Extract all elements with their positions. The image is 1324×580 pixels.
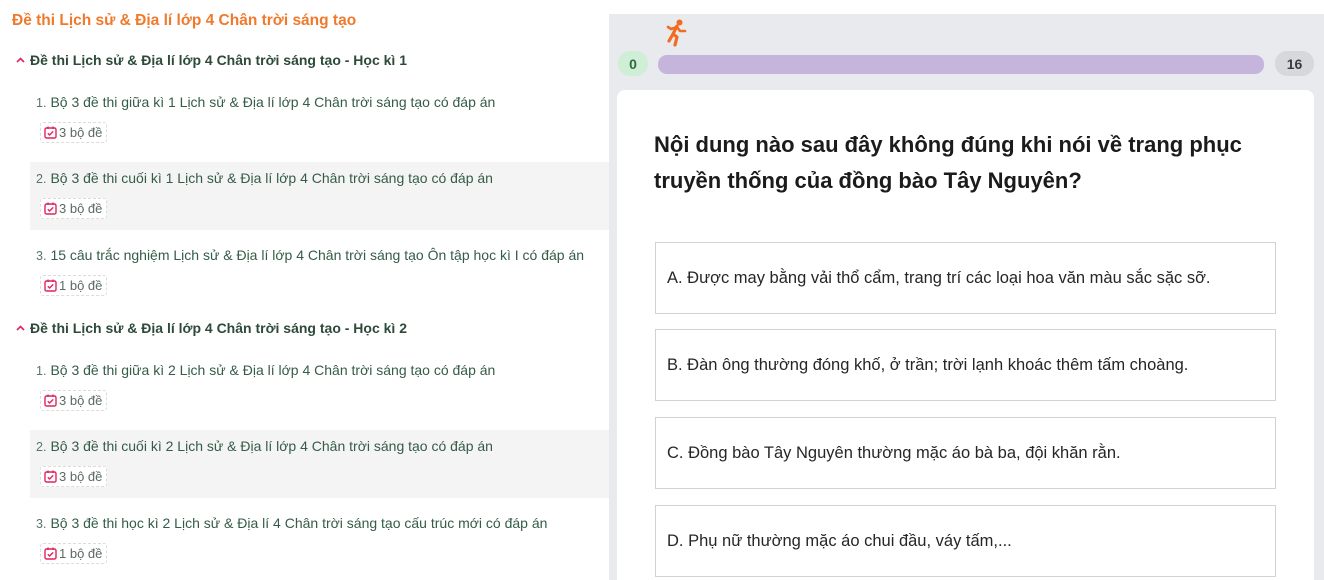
- exam-list-panel: Đề thi Lịch sử & Địa lí lớp 4 Chân trời …: [0, 0, 609, 580]
- list-item-link[interactable]: 3. 15 câu trắc nghiệm Lịch sử & Địa lí lớ…: [36, 247, 584, 263]
- list-item-title: 15 câu trắc nghiệm Lịch sử & Địa lí lớp …: [50, 247, 585, 263]
- calendar-check-icon: [44, 547, 57, 560]
- calendar-check-icon: [44, 126, 57, 139]
- count-badge: 3 bộ đề: [40, 198, 108, 219]
- section-header-hk2[interactable]: Đề thi Lịch sử & Địa lí lớp 4 Chân trời …: [16, 317, 407, 339]
- answer-option-a[interactable]: A. Được may bằng vải thổ cẩm, trang trí …: [655, 242, 1276, 314]
- list-item[interactable]: 2. Bộ 3 đề thi cuối kì 1 Lịch sử & Địa lí…: [30, 162, 609, 230]
- list-item-title: Bộ 3 đề thi học kì 2 Lịch sử & Địa lí 4 …: [50, 515, 548, 531]
- list-item-number: 3.: [36, 249, 47, 263]
- count-badge-label: 1 bộ đề: [59, 546, 103, 561]
- chevron-up-icon: [16, 317, 30, 339]
- progress-bar: [658, 55, 1264, 74]
- calendar-check-icon: [44, 470, 57, 483]
- count-badge: 3 bộ đề: [40, 466, 108, 487]
- list-item-title: Bộ 3 đề thi giữa kì 2 Lịch sử & Địa lí l…: [50, 362, 496, 378]
- list-item[interactable]: 3. 15 câu trắc nghiệm Lịch sử & Địa lí lớ…: [30, 239, 609, 307]
- section-title: Đề thi Lịch sử & Địa lí lớp 4 Chân trời …: [30, 320, 407, 336]
- list-item[interactable]: 3. Bộ 3 đề thi học kì 2 Lịch sử & Địa lí …: [30, 507, 609, 575]
- answer-option-d[interactable]: D. Phụ nữ thường mặc áo chui đầu, váy tấ…: [655, 505, 1276, 577]
- calendar-check-icon: [44, 279, 57, 292]
- count-badge-label: 1 bộ đề: [59, 278, 103, 293]
- answer-option-b[interactable]: B. Đàn ông thường đóng khố, ở trần; trời…: [655, 329, 1276, 401]
- list-item[interactable]: 1. Bộ 3 đề thi giữa kì 1 Lịch sử & Địa lí…: [30, 86, 609, 154]
- count-badge: 1 bộ đề: [40, 275, 108, 296]
- count-badge: 1 bộ đề: [40, 543, 108, 564]
- list-item-number: 1.: [36, 96, 47, 110]
- total-count-badge: 16: [1275, 51, 1314, 76]
- answer-option-c[interactable]: C. Đồng bào Tây Nguyên thường mặc áo bà …: [655, 417, 1276, 489]
- section-header-hk1[interactable]: Đề thi Lịch sử & Địa lí lớp 4 Chân trời …: [16, 49, 407, 71]
- count-badge-label: 3 bộ đề: [59, 201, 103, 216]
- correct-count-badge: 0: [618, 51, 648, 76]
- count-badge-label: 3 bộ đề: [59, 393, 103, 408]
- list-item[interactable]: 2. Bộ 3 đề thi cuối kì 2 Lịch sử & Địa lí…: [30, 430, 609, 498]
- list-item-title: Bộ 3 đề thi cuối kì 2 Lịch sử & Địa lí l…: [50, 438, 493, 454]
- list-item-link[interactable]: 2. Bộ 3 đề thi cuối kì 2 Lịch sử & Địa lí…: [36, 438, 493, 454]
- list-item[interactable]: 1. Bộ 3 đề thi giữa kì 2 Lịch sử & Địa lí…: [30, 354, 609, 422]
- chevron-up-icon: [16, 49, 30, 71]
- count-badge-label: 3 bộ đề: [59, 125, 103, 140]
- list-item-link[interactable]: 3. Bộ 3 đề thi học kì 2 Lịch sử & Địa lí …: [36, 515, 547, 531]
- list-item-number: 2.: [36, 440, 47, 454]
- list-item-link[interactable]: 2. Bộ 3 đề thi cuối kì 1 Lịch sử & Địa lí…: [36, 170, 493, 186]
- page-title: Đề thi Lịch sử & Địa lí lớp 4 Chân trời …: [12, 12, 357, 29]
- section-title: Đề thi Lịch sử & Địa lí lớp 4 Chân trời …: [30, 52, 407, 68]
- list-item-number: 3.: [36, 517, 47, 531]
- count-badge: 3 bộ đề: [40, 122, 108, 143]
- count-badge-label: 3 bộ đề: [59, 469, 103, 484]
- question-text: Nội dung nào sau đây không đúng khi nói …: [654, 132, 1242, 193]
- list-item-title: Bộ 3 đề thi cuối kì 1 Lịch sử & Địa lí l…: [50, 170, 493, 186]
- list-item-title: Bộ 3 đề thi giữa kì 1 Lịch sử & Địa lí l…: [50, 94, 496, 110]
- running-person-icon: [664, 19, 688, 47]
- list-item-link[interactable]: 1. Bộ 3 đề thi giữa kì 1 Lịch sử & Địa lí…: [36, 94, 495, 110]
- calendar-check-icon: [44, 394, 57, 407]
- count-badge: 3 bộ đề: [40, 390, 108, 411]
- list-item-number: 1.: [36, 364, 47, 378]
- calendar-check-icon: [44, 202, 57, 215]
- list-item-number: 2.: [36, 172, 47, 186]
- list-item-link[interactable]: 1. Bộ 3 đề thi giữa kì 2 Lịch sử & Địa lí…: [36, 362, 495, 378]
